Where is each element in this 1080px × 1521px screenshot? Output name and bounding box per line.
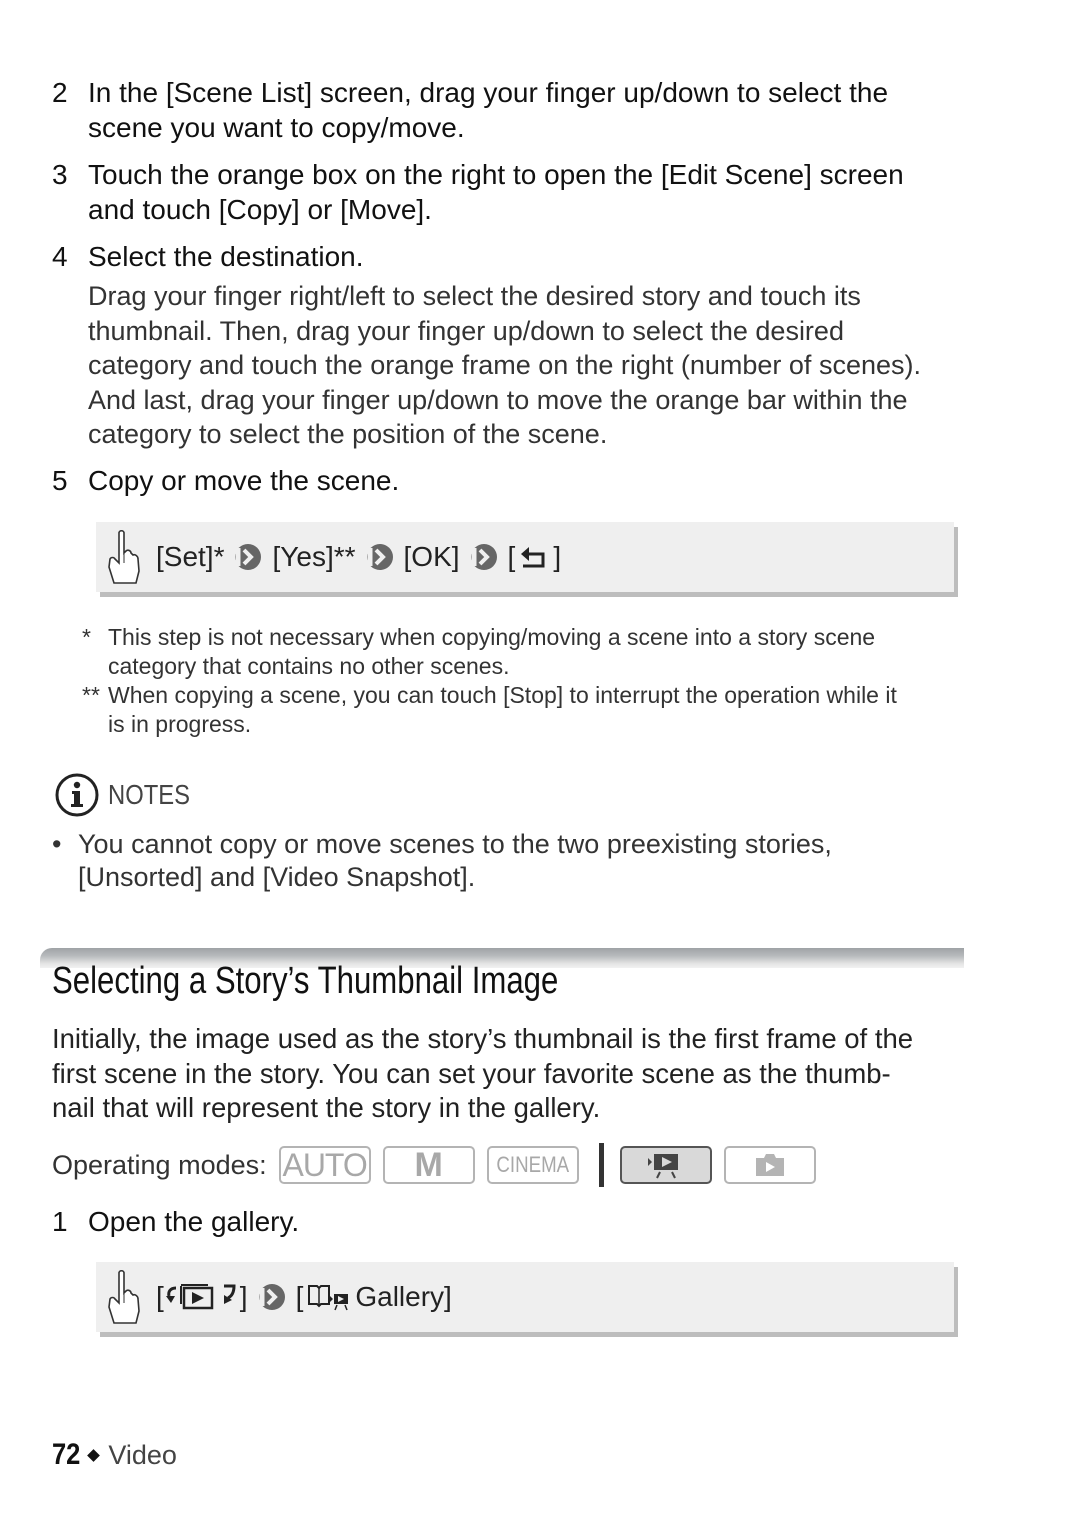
mode-photo-playback	[723, 1146, 816, 1184]
intro-line: first scene in the story. You can set yo…	[52, 1057, 891, 1089]
bracket-close: ]	[239, 1281, 248, 1312]
touch-hand-icon	[108, 529, 140, 584]
step-1-open-gallery: 1 Open the gallery.	[52, 1204, 972, 1239]
bracket-open: [	[295, 1281, 304, 1312]
footnote-single-star: * This step is not necessary when copyin…	[82, 623, 964, 681]
diamond-separator-icon	[87, 1448, 101, 1462]
footnote-line: When copying a scene, you can touch [Sto…	[108, 682, 897, 708]
gallery-icon	[308, 1285, 349, 1311]
step-5: 5 Copy or move the scene.	[52, 463, 972, 498]
operation-box-gallery: [ ] [ Gallery]	[96, 1262, 954, 1332]
bracket-open: [	[507, 541, 516, 572]
bullet-dot: •	[52, 829, 62, 859]
page-footer: 72 Video	[52, 1438, 177, 1472]
step-2: 2 In the [Scene List] screen, drag your …	[52, 75, 972, 145]
section-title: Selecting a Story’s Thumbnail Image	[52, 960, 559, 1002]
step-text-line: In the [Scene List] screen, drag your fi…	[88, 77, 889, 108]
set-option[interactable]: [Set]*	[156, 541, 224, 573]
notes-title: NOTES	[108, 779, 190, 810]
step-text-line: Open the gallery.	[88, 1206, 300, 1237]
ok-option[interactable]: [OK]	[404, 541, 460, 573]
operation-box-copy-move: [Set]* [Yes]** [OK] [ ]	[96, 522, 954, 592]
mode-cinema: CINEMA	[486, 1146, 579, 1184]
mode-label: AUTO	[282, 1146, 367, 1183]
step-number: 5	[52, 465, 68, 496]
step-4-description: Drag your finger right/left to select th…	[88, 279, 968, 452]
footnote-mark: **	[82, 682, 100, 708]
step-text-line: Touch the orange box on the right to ope…	[88, 159, 904, 190]
gallery-option[interactable]: Gallery]	[355, 1281, 451, 1313]
mode-manual: M	[382, 1145, 475, 1184]
body-line: Drag your finger right/left to select th…	[88, 281, 861, 311]
footer-section-name: Video	[108, 1439, 177, 1470]
bullet-line: [Unsorted] and [Video Snapshot].	[78, 862, 476, 892]
footnote-line: This step is not necessary when copying/…	[108, 624, 876, 650]
step-text-line: and touch [Copy] or [Move].	[88, 194, 432, 225]
step-number: 3	[52, 159, 68, 190]
bracket-close: ]	[553, 541, 562, 572]
footnote-double-star: ** When copying a scene, you can touch […	[82, 681, 964, 739]
operating-modes-label: Operating modes:	[52, 1149, 267, 1180]
next-arrow-icon	[258, 1284, 285, 1310]
intro-line: Initially, the image used as the story’s…	[52, 1023, 914, 1054]
mode-label: CINEMA	[496, 1152, 569, 1177]
body-line: And last, drag your finger up/down to mo…	[88, 384, 908, 415]
footnote-line: is in progress.	[108, 711, 252, 737]
photo-playback-icon	[755, 1154, 784, 1176]
step-3: 3 Touch the orange box on the right to o…	[52, 157, 972, 227]
touch-hand-icon	[108, 1269, 140, 1324]
section-intro: Initially, the image used as the story’s…	[52, 1022, 972, 1126]
mode-video-playback	[619, 1146, 712, 1184]
camera-playback-toggle-icon[interactable]	[165, 1282, 238, 1312]
step-text-line: Copy or move the scene.	[88, 465, 400, 496]
footnote-line: category that contains no other scenes.	[108, 653, 510, 679]
info-icon	[55, 773, 99, 817]
operating-modes: Operating modes: AUTO M CINEMA	[52, 1143, 828, 1187]
next-arrow-icon	[470, 544, 497, 570]
next-arrow-icon	[235, 544, 262, 570]
notes-bullet: • You cannot copy or move scenes to the …	[52, 828, 952, 894]
mode-label: M	[414, 1145, 443, 1184]
body-line: category to select the position of the s…	[88, 419, 608, 449]
body-line: category and touch the orange frame on t…	[88, 350, 921, 380]
bracket-open: [	[156, 1281, 164, 1312]
next-arrow-icon	[366, 544, 393, 570]
bullet-line: You cannot copy or move scenes to the tw…	[78, 829, 832, 859]
step-text-line: Select the destination.	[88, 241, 364, 272]
step-number: 2	[52, 77, 68, 108]
mode-separator	[598, 1143, 604, 1187]
notes-heading: NOTES	[54, 772, 204, 818]
step-4: 4 Select the destination.	[52, 239, 972, 274]
step-number: 4	[52, 241, 68, 272]
footnote-mark: *	[82, 624, 91, 650]
return-arrow-icon[interactable]	[519, 544, 549, 570]
step-text-line: scene you want to copy/move.	[88, 112, 465, 143]
mode-auto: AUTO	[278, 1146, 371, 1184]
yes-option[interactable]: [Yes]**	[272, 541, 355, 573]
page-number: 72	[52, 1438, 81, 1471]
video-playback-icon	[647, 1154, 678, 1179]
body-line: thumbnail. Then, drag your finger up/dow…	[88, 315, 844, 346]
step-number: 1	[52, 1206, 68, 1237]
intro-line: nail that will represent the story in th…	[52, 1092, 601, 1123]
